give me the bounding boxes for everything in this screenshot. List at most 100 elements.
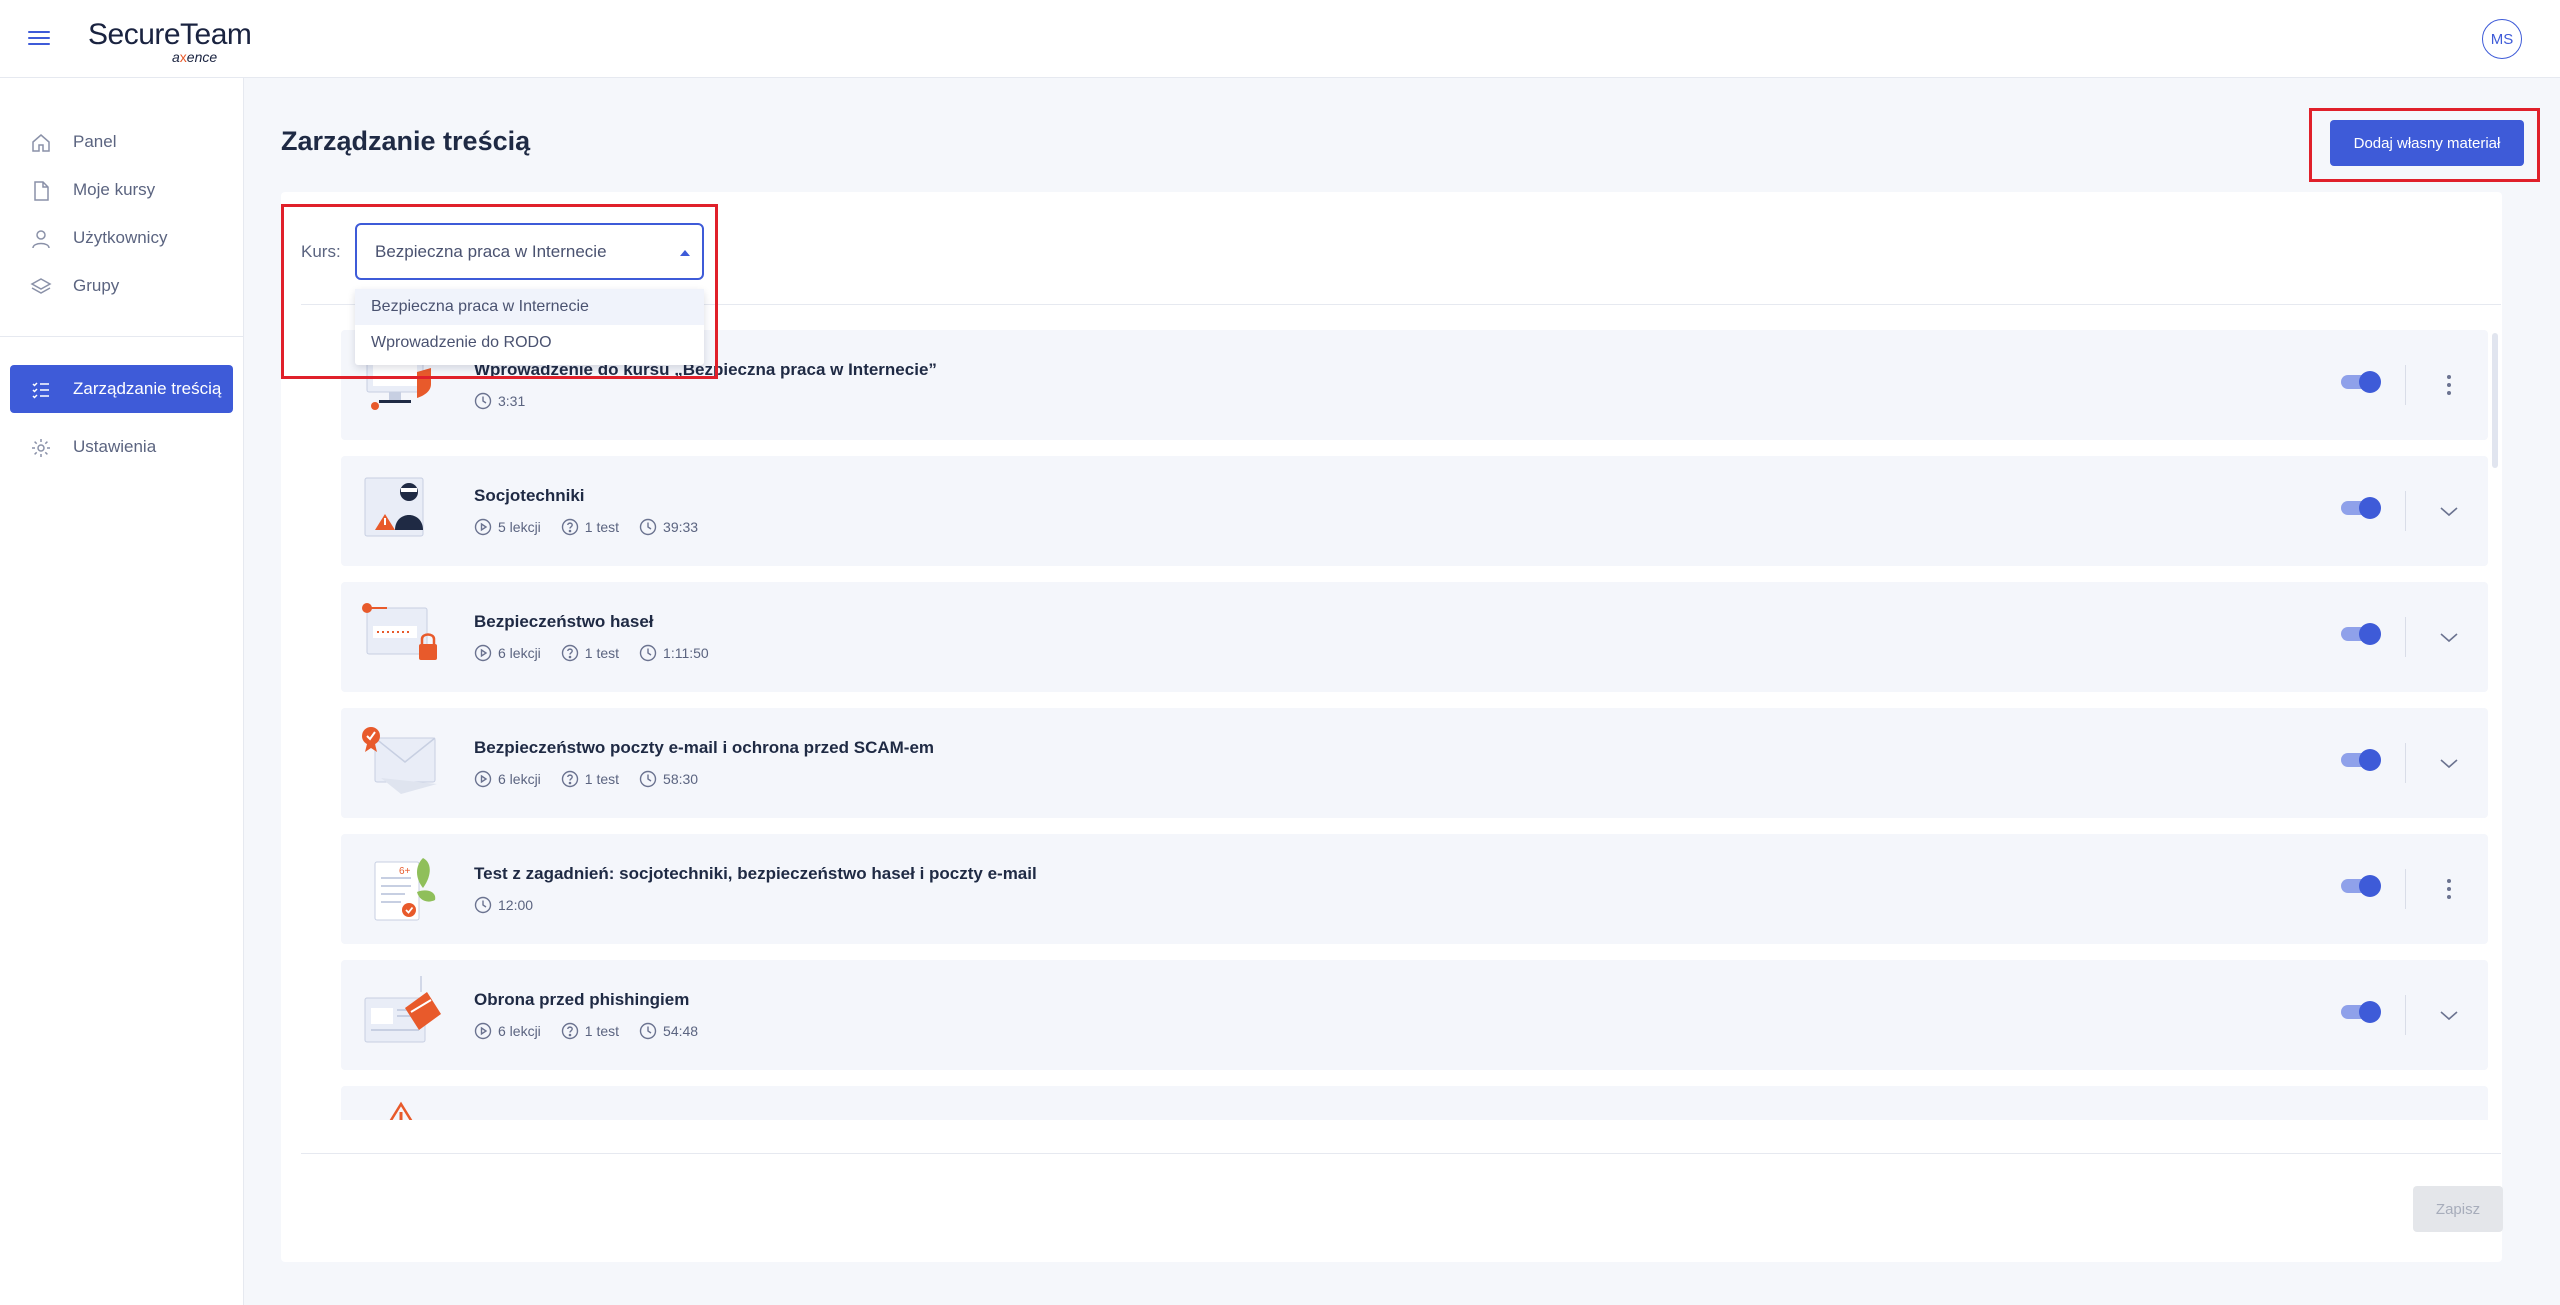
caret-up-icon [680, 250, 690, 256]
save-button[interactable]: Zapisz [2413, 1186, 2503, 1232]
module-title: Bezpieczeństwo haseł [474, 612, 654, 631]
module-title: Test z zagadnień: socjotechniki, bezpiec… [474, 864, 1037, 883]
logo-sub-text: axence [172, 49, 218, 65]
vertical-divider [2405, 995, 2406, 1035]
user-icon [32, 230, 50, 249]
sidebar-item-label: Panel [73, 132, 117, 151]
lessons-count: 6 lekcji [474, 644, 541, 662]
phishing-illustration-icon [364, 976, 441, 1043]
module-meta: 6 lekcji 1 test 54:48 [474, 1022, 718, 1040]
sidebar-item-moje-kursy[interactable]: Moje kursy [0, 166, 243, 214]
test-illustration-icon: 6+ [374, 858, 436, 921]
clock-icon [639, 644, 657, 662]
duration: 58:30 [639, 770, 698, 788]
duration: 54:48 [639, 1022, 698, 1040]
clock-icon [639, 518, 657, 536]
module-title: Socjotechniki [474, 486, 585, 505]
question-circle-icon [561, 770, 578, 788]
duration: 3:31 [474, 392, 525, 410]
chevron-down-icon[interactable] [2438, 1004, 2460, 1026]
vertical-divider [2405, 743, 2406, 783]
course-option[interactable]: Wprowadzenie do RODO [355, 325, 704, 361]
question-circle-icon [561, 518, 578, 536]
hamburger-menu-icon[interactable] [28, 27, 52, 49]
top-bar: SecureTeam axence MS [0, 0, 2560, 78]
divider [301, 1153, 2501, 1154]
warning-illustration-icon [389, 1101, 413, 1120]
module-row: Bezpieczeństwo poczty e-mail i ochrona p… [341, 708, 2488, 818]
module-row: Socjotechniki 5 lekcji 1 test 39:33 [341, 456, 2488, 566]
module-title: Obrona przed phishingiem [474, 990, 690, 1009]
more-options-icon[interactable] [2439, 370, 2459, 400]
play-circle-icon [474, 1022, 492, 1040]
document-icon [34, 181, 49, 201]
avatar[interactable]: MS [2482, 19, 2522, 59]
test-count: 1 test [561, 770, 619, 788]
sidebar-item-label: Zarządzanie treścią [73, 379, 222, 398]
play-circle-icon [474, 770, 492, 788]
list-check-icon [32, 382, 49, 399]
play-circle-icon [474, 518, 492, 536]
sidebar-item-uzytkownicy[interactable]: Użytkownicy [0, 214, 243, 262]
module-row [341, 1086, 2488, 1120]
test-count: 1 test [561, 518, 619, 536]
lessons-count: 6 lekcji [474, 770, 541, 788]
page-title: Zarządzanie treścią [281, 126, 531, 156]
password-security-illustration-icon [362, 603, 437, 660]
sidebar: Panel Moje kursy Użytkownicy Grupy Zarzą… [0, 78, 244, 1305]
course-label: Kurs: [301, 242, 341, 261]
module-visibility-toggle[interactable] [2341, 371, 2381, 393]
logo[interactable]: SecureTeam axence [88, 18, 252, 66]
module-visibility-toggle[interactable] [2341, 1001, 2381, 1023]
social-engineering-illustration-icon [364, 477, 424, 537]
module-list-scrollbar[interactable] [2492, 333, 2498, 468]
module-meta: 6 lekcji 1 test 58:30 [474, 770, 718, 788]
chevron-down-icon[interactable] [2438, 626, 2460, 648]
module-meta: 3:31 [474, 392, 545, 410]
module-meta: 12:00 [474, 896, 553, 914]
module-meta: 6 lekcji 1 test 1:11:50 [474, 644, 729, 662]
chevron-down-icon[interactable] [2438, 752, 2460, 774]
module-meta: 5 lekcji 1 test 39:33 [474, 518, 718, 536]
module-row: Obrona przed phishingiem 6 lekcji 1 test… [341, 960, 2488, 1070]
sidebar-item-label: Grupy [73, 276, 120, 295]
logo-main-text: SecureTeam [88, 18, 252, 51]
sidebar-item-label: Moje kursy [73, 180, 156, 199]
module-visibility-toggle[interactable] [2341, 623, 2381, 645]
module-visibility-toggle[interactable] [2341, 875, 2381, 897]
home-icon [32, 134, 50, 152]
clock-icon [639, 770, 657, 788]
module-row: 6+ Test z zagadnień: socjotechniki, bezp… [341, 834, 2488, 944]
sidebar-item-zarzadzanie-trescia[interactable]: Zarządzanie treścią [10, 365, 233, 413]
sidebar-item-ustawienia[interactable]: Ustawienia [0, 423, 243, 471]
test-count: 1 test [561, 644, 619, 662]
chevron-down-icon[interactable] [2438, 500, 2460, 522]
module-visibility-toggle[interactable] [2341, 497, 2381, 519]
layers-icon [30, 278, 52, 294]
sidebar-item-grupy[interactable]: Grupy [0, 262, 243, 310]
sidebar-item-label: Ustawienia [73, 437, 157, 456]
add-button-highlight-box [2309, 108, 2540, 182]
module-list: Wprowadzenie do kursu „Bezpieczna praca … [341, 330, 2491, 1120]
more-options-icon[interactable] [2439, 874, 2459, 904]
course-dropdown: Bezpieczna praca w Internecie Wprowadzen… [355, 289, 704, 365]
sidebar-item-panel[interactable]: Panel [0, 118, 243, 166]
lessons-count: 6 lekcji [474, 1022, 541, 1040]
sidebar-item-label: Użytkownicy [73, 228, 168, 247]
test-count: 1 test [561, 1022, 619, 1040]
gear-icon [32, 439, 50, 457]
svg-text:6+: 6+ [399, 866, 411, 877]
duration: 1:11:50 [639, 644, 709, 662]
vertical-divider [2405, 491, 2406, 531]
course-option[interactable]: Bezpieczna praca w Internecie [355, 289, 704, 325]
vertical-divider [2405, 869, 2406, 909]
module-visibility-toggle[interactable] [2341, 749, 2381, 771]
duration: 12:00 [474, 896, 533, 914]
course-select[interactable]: Bezpieczna praca w Internecie [355, 223, 704, 280]
email-security-illustration-icon [362, 727, 437, 794]
question-circle-icon [561, 644, 578, 662]
question-circle-icon [561, 1022, 578, 1040]
lessons-count: 5 lekcji [474, 518, 541, 536]
clock-icon [639, 1022, 657, 1040]
module-title: Bezpieczeństwo poczty e-mail i ochrona p… [474, 738, 935, 757]
